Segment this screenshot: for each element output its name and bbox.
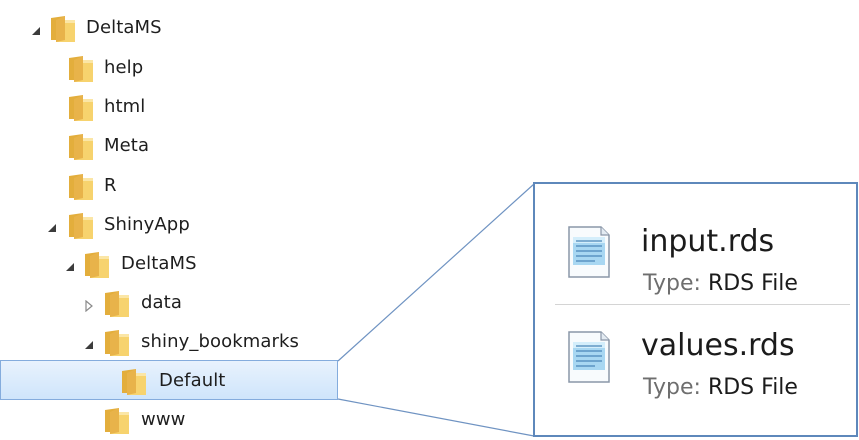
file-type-label: Type: [643,271,701,296]
file-item-input[interactable]: input.rds Type: RDS File [535,192,856,302]
file-type-value: RDS File [707,375,798,400]
file-type-line: Type: RDS File [643,375,798,401]
file-type-line: Type: RDS File [643,271,798,297]
divider [555,304,850,305]
file-type-label: Type: [643,375,701,400]
file-type-value: RDS File [707,271,798,296]
file-name: input.rds [641,224,775,259]
file-details-callout: input.rds Type: RDS File values.rds Type… [533,182,858,437]
rds-file-icon [567,225,611,279]
file-item-values[interactable]: values.rds Type: RDS File [535,306,856,416]
rds-file-icon [567,330,611,384]
file-name: values.rds [641,328,795,363]
